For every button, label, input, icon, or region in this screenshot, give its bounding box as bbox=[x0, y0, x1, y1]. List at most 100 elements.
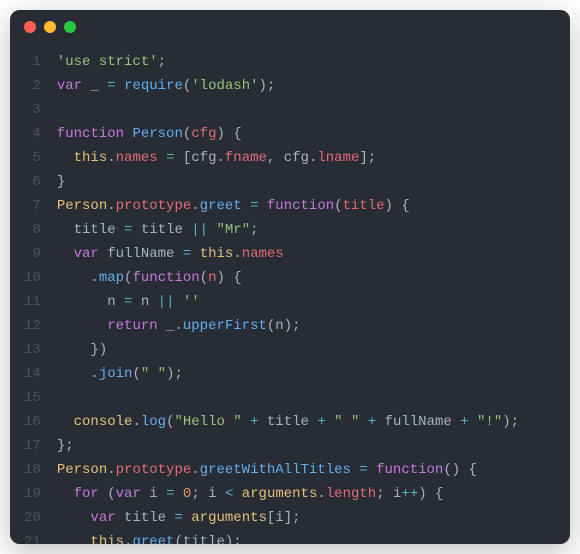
code-token bbox=[259, 198, 267, 214]
code-token: || bbox=[191, 222, 208, 238]
code-token: console bbox=[74, 414, 133, 430]
code-token: . bbox=[317, 486, 325, 502]
line-number: 10 bbox=[24, 266, 41, 290]
code-token: map bbox=[99, 270, 124, 286]
code-token: = bbox=[107, 78, 115, 94]
code-token: } bbox=[57, 174, 65, 190]
code-line: function Person(cfg) { bbox=[57, 122, 556, 146]
code-token: = bbox=[359, 462, 367, 478]
code-token: ( bbox=[99, 486, 116, 502]
code-token: 'use strict' bbox=[57, 54, 158, 70]
code-token bbox=[175, 486, 183, 502]
line-number: 20 bbox=[24, 506, 41, 530]
code-token: ; bbox=[191, 486, 208, 502]
line-number: 15 bbox=[24, 386, 41, 410]
code-token: title bbox=[267, 414, 309, 430]
line-number: 5 bbox=[24, 146, 41, 170]
code-token: i bbox=[275, 510, 283, 526]
code-token bbox=[57, 486, 74, 502]
code-token: . bbox=[191, 462, 199, 478]
code-token: require bbox=[124, 78, 183, 94]
code-token: ); bbox=[284, 318, 301, 334]
code-content[interactable]: 'use strict';var _ = require('lodash');f… bbox=[49, 44, 570, 544]
code-token bbox=[233, 486, 241, 502]
code-token bbox=[149, 294, 157, 310]
code-line: }) bbox=[57, 338, 556, 362]
code-token bbox=[217, 486, 225, 502]
code-token: Person bbox=[132, 126, 182, 142]
code-token bbox=[116, 222, 124, 238]
code-token: . bbox=[57, 270, 99, 286]
code-line: } bbox=[57, 170, 556, 194]
code-token: names bbox=[116, 150, 158, 166]
code-token: _ bbox=[90, 78, 98, 94]
code-line: }; bbox=[57, 434, 556, 458]
code-token: . bbox=[233, 246, 241, 262]
code-token: ) { bbox=[216, 270, 241, 286]
code-line: var _ = require('lodash'); bbox=[57, 74, 556, 98]
code-token: ); bbox=[502, 414, 519, 430]
code-token: cfg bbox=[284, 150, 309, 166]
code-token: var bbox=[90, 510, 115, 526]
code-token bbox=[57, 318, 107, 334]
code-token: || bbox=[158, 294, 175, 310]
code-token: . bbox=[174, 318, 182, 334]
line-number: 7 bbox=[24, 194, 41, 218]
code-token: log bbox=[141, 414, 166, 430]
code-token: , bbox=[267, 150, 284, 166]
code-token: i bbox=[149, 486, 157, 502]
code-token bbox=[326, 414, 334, 430]
code-token bbox=[174, 246, 182, 262]
code-token: names bbox=[242, 246, 284, 262]
code-token bbox=[158, 318, 166, 334]
code-token bbox=[116, 294, 124, 310]
code-token: ++ bbox=[401, 486, 418, 502]
code-token bbox=[174, 294, 182, 310]
code-line: this.names = [cfg.fname, cfg.lname]; bbox=[57, 146, 556, 170]
code-token bbox=[132, 222, 140, 238]
code-token: cfg bbox=[191, 150, 216, 166]
line-number-gutter: 123456789101112131415161718192021 bbox=[10, 44, 49, 544]
code-token bbox=[57, 414, 74, 430]
line-number: 3 bbox=[24, 98, 41, 122]
code-token: "!" bbox=[477, 414, 502, 430]
code-line: title = title || "Mr"; bbox=[57, 218, 556, 242]
line-number: 16 bbox=[24, 410, 41, 434]
code-token: ) { bbox=[418, 486, 443, 502]
code-token: title bbox=[124, 510, 166, 526]
code-token: n bbox=[107, 294, 115, 310]
code-token: greet bbox=[200, 198, 242, 214]
code-area: 123456789101112131415161718192021 'use s… bbox=[10, 44, 570, 544]
code-token bbox=[57, 534, 91, 544]
line-number: 17 bbox=[24, 434, 41, 458]
code-token: . bbox=[132, 414, 140, 430]
code-token: arguments bbox=[191, 510, 267, 526]
code-token: title bbox=[141, 222, 183, 238]
code-token: ; bbox=[376, 486, 393, 502]
code-token: greet bbox=[132, 534, 174, 544]
code-token: fullName bbox=[107, 246, 174, 262]
code-line: var title = arguments[i]; bbox=[57, 506, 556, 530]
code-token bbox=[191, 246, 199, 262]
code-token: ; bbox=[250, 222, 258, 238]
code-token: ( bbox=[183, 126, 191, 142]
code-line: 'use strict'; bbox=[57, 50, 556, 74]
code-token: function bbox=[376, 462, 443, 478]
code-line: return _.upperFirst(n); bbox=[57, 314, 556, 338]
close-icon[interactable] bbox=[24, 21, 36, 33]
zoom-icon[interactable] bbox=[64, 21, 76, 33]
code-token: () { bbox=[443, 462, 477, 478]
code-line: Person.prototype.greetWithAllTitles = fu… bbox=[57, 458, 556, 482]
line-number: 14 bbox=[24, 362, 41, 386]
code-token bbox=[99, 246, 107, 262]
code-token bbox=[57, 510, 91, 526]
code-token: ]; bbox=[359, 150, 376, 166]
code-token: title bbox=[183, 534, 225, 544]
line-number: 2 bbox=[24, 74, 41, 98]
code-token: n bbox=[141, 294, 149, 310]
code-token: ) { bbox=[216, 126, 241, 142]
code-token: prototype bbox=[116, 198, 192, 214]
code-token: . bbox=[107, 198, 115, 214]
minimize-icon[interactable] bbox=[44, 21, 56, 33]
code-token: var bbox=[116, 486, 141, 502]
